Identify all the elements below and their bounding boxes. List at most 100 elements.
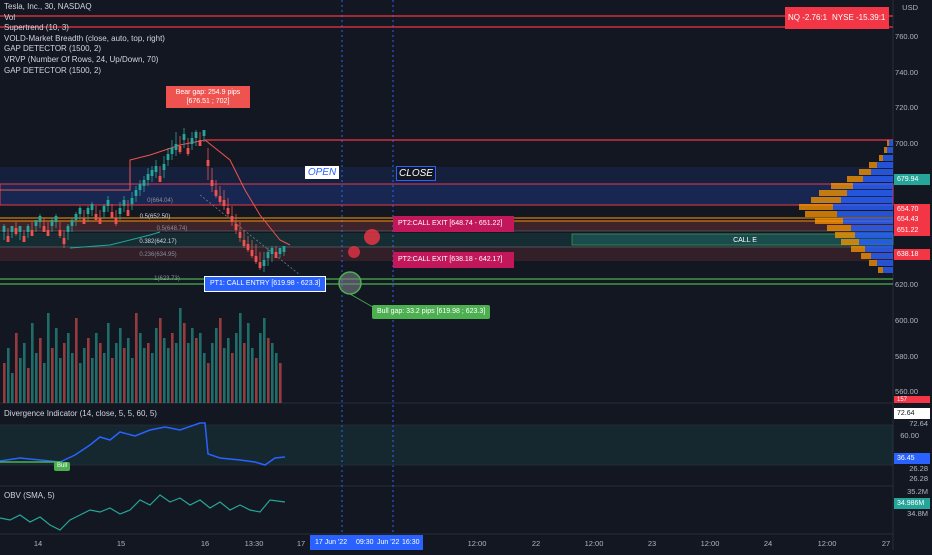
market-breadth-box: NQ -2.76:1 NYSE -15.39:1 bbox=[785, 7, 889, 29]
candle-body bbox=[170, 148, 174, 154]
candle-body bbox=[62, 238, 66, 244]
volume-bar bbox=[167, 348, 170, 403]
fib-label-0382: 0.382(642.17) bbox=[139, 239, 177, 245]
volume-profile-bar bbox=[883, 155, 893, 161]
time-tick: 14 bbox=[33, 539, 43, 548]
pt2-call-exit-upper: PT2:CALL EXIT [648.74 - 651.22] bbox=[393, 216, 514, 232]
candle-body bbox=[26, 226, 30, 232]
volume-bar bbox=[227, 338, 230, 403]
candle-body bbox=[150, 170, 154, 176]
price-tag-value: 654.70 bbox=[897, 206, 919, 213]
volume-bar bbox=[31, 323, 34, 403]
volume-profile-bar bbox=[889, 140, 893, 146]
volume-bar bbox=[15, 333, 18, 403]
volume-profile-bar bbox=[859, 239, 893, 245]
price-tag-value: 679.94 bbox=[897, 176, 919, 183]
chart-canvas[interactable] bbox=[0, 0, 932, 550]
candle-body bbox=[282, 246, 286, 252]
volume-profile-bar bbox=[815, 218, 843, 224]
obv-line bbox=[0, 494, 286, 531]
candle-body bbox=[14, 228, 18, 234]
volume-bar bbox=[47, 313, 50, 403]
volume-bar bbox=[183, 323, 186, 403]
price-tag-value: 651.22 bbox=[897, 227, 919, 234]
volume-profile-bar bbox=[835, 232, 855, 238]
volume-profile-bar bbox=[865, 246, 893, 252]
candle-body bbox=[38, 216, 42, 222]
candle-body bbox=[30, 230, 34, 236]
time-tick: 23 bbox=[647, 539, 657, 548]
obv-axis-value: 34.986M bbox=[897, 500, 925, 507]
volume-profile-bar bbox=[847, 190, 893, 196]
candle-body bbox=[222, 200, 226, 206]
volume-bar bbox=[199, 333, 202, 403]
volume-profile-bar bbox=[819, 190, 847, 196]
volume-bar bbox=[23, 343, 26, 403]
legend-supertrend[interactable]: Supertrend (10, 3) bbox=[4, 23, 165, 34]
candle-body bbox=[158, 176, 162, 182]
volume-profile-bar bbox=[883, 267, 893, 273]
volume-profile-bar bbox=[863, 176, 893, 182]
time-tick: 12:00 bbox=[817, 539, 837, 548]
div-axis-value: 72.64 bbox=[897, 410, 915, 417]
candle-body bbox=[178, 146, 182, 152]
candle-body bbox=[202, 130, 206, 136]
legend-vol[interactable]: Vol bbox=[4, 13, 165, 24]
pt2-call-exit-lower: PT2:CALL EXIT [638.18 - 642.17] bbox=[393, 252, 514, 268]
candle-body bbox=[258, 262, 262, 268]
time-highlight-date: 17 Jun '22 bbox=[315, 539, 348, 546]
price-chart[interactable] bbox=[0, 0, 932, 550]
volume-bar bbox=[191, 328, 194, 403]
candle-body bbox=[118, 208, 122, 214]
fib-label-1: 1(623.73) bbox=[154, 276, 180, 282]
fib-label-05a: 0.5(652.50) bbox=[139, 214, 171, 220]
volume-bar bbox=[239, 313, 242, 403]
volume-profile-bar bbox=[811, 197, 841, 203]
price-tick: 760.00 bbox=[895, 32, 918, 41]
volume-bar bbox=[123, 348, 126, 403]
volume-profile-bar bbox=[841, 197, 893, 203]
volume-bar bbox=[235, 333, 238, 403]
bull-divergence-label: Bull bbox=[54, 462, 70, 471]
volume-bar bbox=[279, 363, 282, 403]
volume-bar bbox=[111, 358, 114, 403]
time-range-highlight[interactable]: 17 Jun '22 09:30 Jun '22 16:30 bbox=[310, 535, 423, 550]
volume-bar bbox=[19, 358, 22, 403]
candle-body bbox=[94, 214, 98, 220]
candle-body bbox=[146, 174, 150, 180]
volume-bar bbox=[211, 343, 214, 403]
candle-body bbox=[70, 220, 74, 226]
candle-body bbox=[246, 244, 250, 250]
volume-bar bbox=[67, 333, 70, 403]
legend-symbol[interactable]: Tesla, Inc., 30, NASDAQ bbox=[4, 2, 165, 13]
div-axis-label: 72.64 bbox=[909, 419, 928, 428]
candle-body bbox=[46, 230, 50, 236]
volume-bar bbox=[87, 338, 90, 403]
candle-body bbox=[34, 220, 38, 226]
time-tick: 22 bbox=[531, 539, 541, 548]
candle-body bbox=[10, 226, 14, 232]
div-axis-value: 36.45 bbox=[897, 455, 915, 462]
legend-vold[interactable]: VOLD-Market Breadth (close, auto, top, r… bbox=[4, 34, 165, 45]
candle-body bbox=[238, 232, 242, 238]
volume-bar bbox=[215, 328, 218, 403]
obv-title[interactable]: OBV (SMA, 5) bbox=[4, 491, 55, 500]
candle-body bbox=[18, 226, 22, 232]
time-tick: 27 bbox=[881, 539, 891, 548]
fib-label-0: 0(664.04) bbox=[147, 198, 173, 204]
candle-body bbox=[86, 208, 90, 214]
volume-bar bbox=[95, 333, 98, 403]
volume-bar bbox=[275, 353, 278, 403]
legend-gap-detector-2[interactable]: GAP DETECTOR (1500, 2) bbox=[4, 66, 165, 77]
time-tick: 12:00 bbox=[584, 539, 604, 548]
volume-bar bbox=[99, 343, 102, 403]
volume-profile-bar bbox=[833, 204, 893, 210]
volume-bar bbox=[171, 333, 174, 403]
volume-bar bbox=[147, 343, 150, 403]
candle-body bbox=[58, 230, 62, 236]
legend-gap-detector[interactable]: GAP DETECTOR (1500, 2) bbox=[4, 44, 165, 55]
div-axis-label: 26.28 bbox=[909, 474, 928, 483]
legend-vrvp[interactable]: VRVP (Number Of Rows, 24, Up/Down, 70) bbox=[4, 55, 165, 66]
call-label: CALL E bbox=[733, 237, 757, 244]
divergence-title[interactable]: Divergence Indicator (14, close, 5, 5, 6… bbox=[4, 409, 157, 418]
